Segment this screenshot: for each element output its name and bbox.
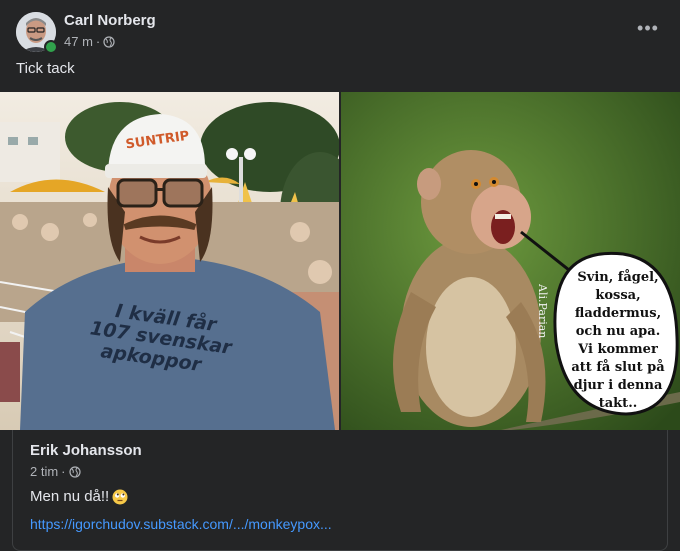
bubble-line-3: fladdermus, (575, 306, 661, 321)
more-icon: ••• (637, 17, 659, 38)
post-author[interactable]: Carl Norberg (64, 12, 156, 29)
bubble-line-7: djur i denna (574, 378, 663, 393)
rolling-eyes-emoji-icon (112, 489, 128, 504)
globe-icon (68, 465, 81, 478)
shared-time[interactable]: 2 tim (30, 464, 58, 479)
post-header: Carl Norberg 47 m · ••• Tick tack (0, 0, 680, 90)
shared-author[interactable]: Erik Johansson (30, 442, 142, 459)
shared-text: Men nu då!! (30, 488, 110, 505)
globe-icon (103, 35, 115, 48)
shared-text-row: Men nu då!! (30, 488, 128, 505)
photo-screaming-monkey[interactable]: Ali.Parian Svin, fågel, kossa, fladdermu… (341, 92, 680, 430)
more-options-button[interactable]: ••• (634, 14, 662, 42)
post-time[interactable]: 47 m (64, 34, 93, 49)
shared-link[interactable]: https://igorchudov.substack.com/.../monk… (30, 516, 332, 532)
bubble-line-4: och nu apa. (576, 324, 660, 339)
shared-separator: · (61, 464, 66, 479)
bubble-line-2: kossa, (595, 288, 640, 303)
shared-post-card[interactable]: Erik Johansson 2 tim · Men nu då!! https… (12, 430, 668, 551)
shared-meta: 2 tim · (30, 464, 81, 479)
post-text: Tick tack (16, 60, 75, 77)
bubble-line-8: takt.. (599, 396, 638, 411)
bubble-line-5: Vi kommer (577, 342, 658, 357)
online-status-dot (44, 40, 58, 54)
bubble-line-6: att få slut på (571, 359, 665, 375)
watermark: Ali.Parian (536, 283, 549, 338)
post-media[interactable]: SUNTRIP I kväll får 107 svenskar apkoppo… (0, 92, 680, 430)
bubble-line-1: Svin, fågel, (577, 269, 658, 285)
meta-separator: · (95, 34, 101, 49)
post-meta: 47 m · (64, 34, 115, 49)
photo-man-with-cap[interactable]: SUNTRIP I kväll får 107 svenskar apkoppo… (0, 92, 339, 430)
